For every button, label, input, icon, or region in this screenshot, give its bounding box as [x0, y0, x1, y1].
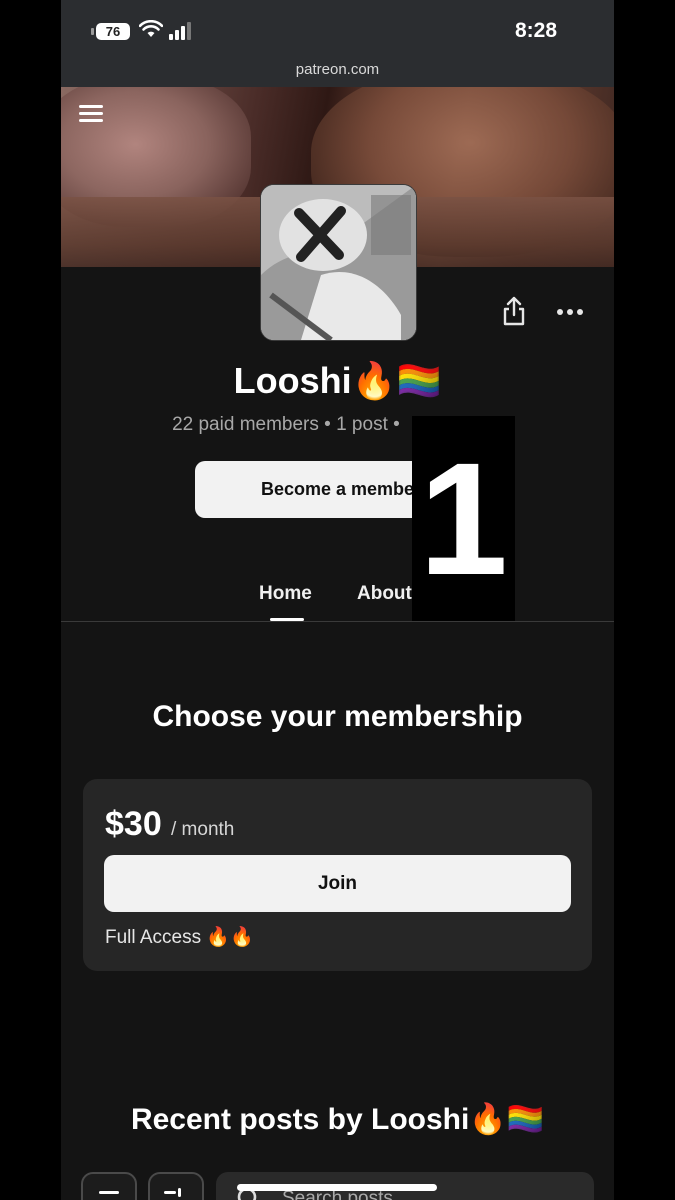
- avatar-photo: [261, 185, 416, 340]
- become-member-label: Become a membe: [260, 479, 415, 499]
- tab-home[interactable]: Home: [259, 583, 312, 605]
- overlay-number: 1: [412, 416, 515, 621]
- join-button[interactable]: Join: [104, 855, 571, 912]
- profile-tabs: Home About: [61, 583, 614, 623]
- phone-screen: 76 8:28 patreon.com: [61, 0, 614, 1200]
- list-view-icon[interactable]: [81, 1172, 137, 1200]
- stats-text: 22 paid members • 1 post •: [172, 414, 406, 435]
- status-bar: 76 8:28: [61, 0, 614, 56]
- wifi-icon: [139, 20, 163, 37]
- tier-period: / month: [171, 819, 235, 840]
- filter-icon[interactable]: [148, 1172, 204, 1200]
- tab-about[interactable]: About: [357, 583, 412, 605]
- status-time: 8:28: [514, 19, 557, 42]
- battery-indicator: 76: [91, 23, 130, 40]
- signal-icon: [169, 22, 191, 40]
- creator-stats: 22 paid members • 1 post • th: [61, 414, 614, 436]
- url-text: patreon.com: [295, 61, 380, 78]
- membership-tier-card: $30 / month Join Full Access 🔥🔥: [83, 779, 592, 971]
- home-indicator: [237, 1184, 437, 1191]
- membership-heading: Choose your membership: [152, 700, 523, 733]
- join-label: Join: [317, 873, 358, 894]
- tier-price: $30: [105, 805, 162, 843]
- creator-name: Looshi🔥🏳️‍🌈: [233, 360, 442, 401]
- tier-description: Full Access 🔥🔥: [105, 927, 254, 948]
- tabs-divider: [61, 621, 614, 622]
- creator-avatar: [260, 184, 417, 341]
- recent-posts-heading: Recent posts by Looshi🔥🏳️‍🌈: [130, 1103, 545, 1136]
- browser-url-bar[interactable]: patreon.com: [61, 56, 614, 87]
- hamburger-menu-icon[interactable]: [79, 105, 103, 123]
- share-icon[interactable]: [501, 296, 527, 326]
- more-horizontal-icon[interactable]: [557, 303, 583, 319]
